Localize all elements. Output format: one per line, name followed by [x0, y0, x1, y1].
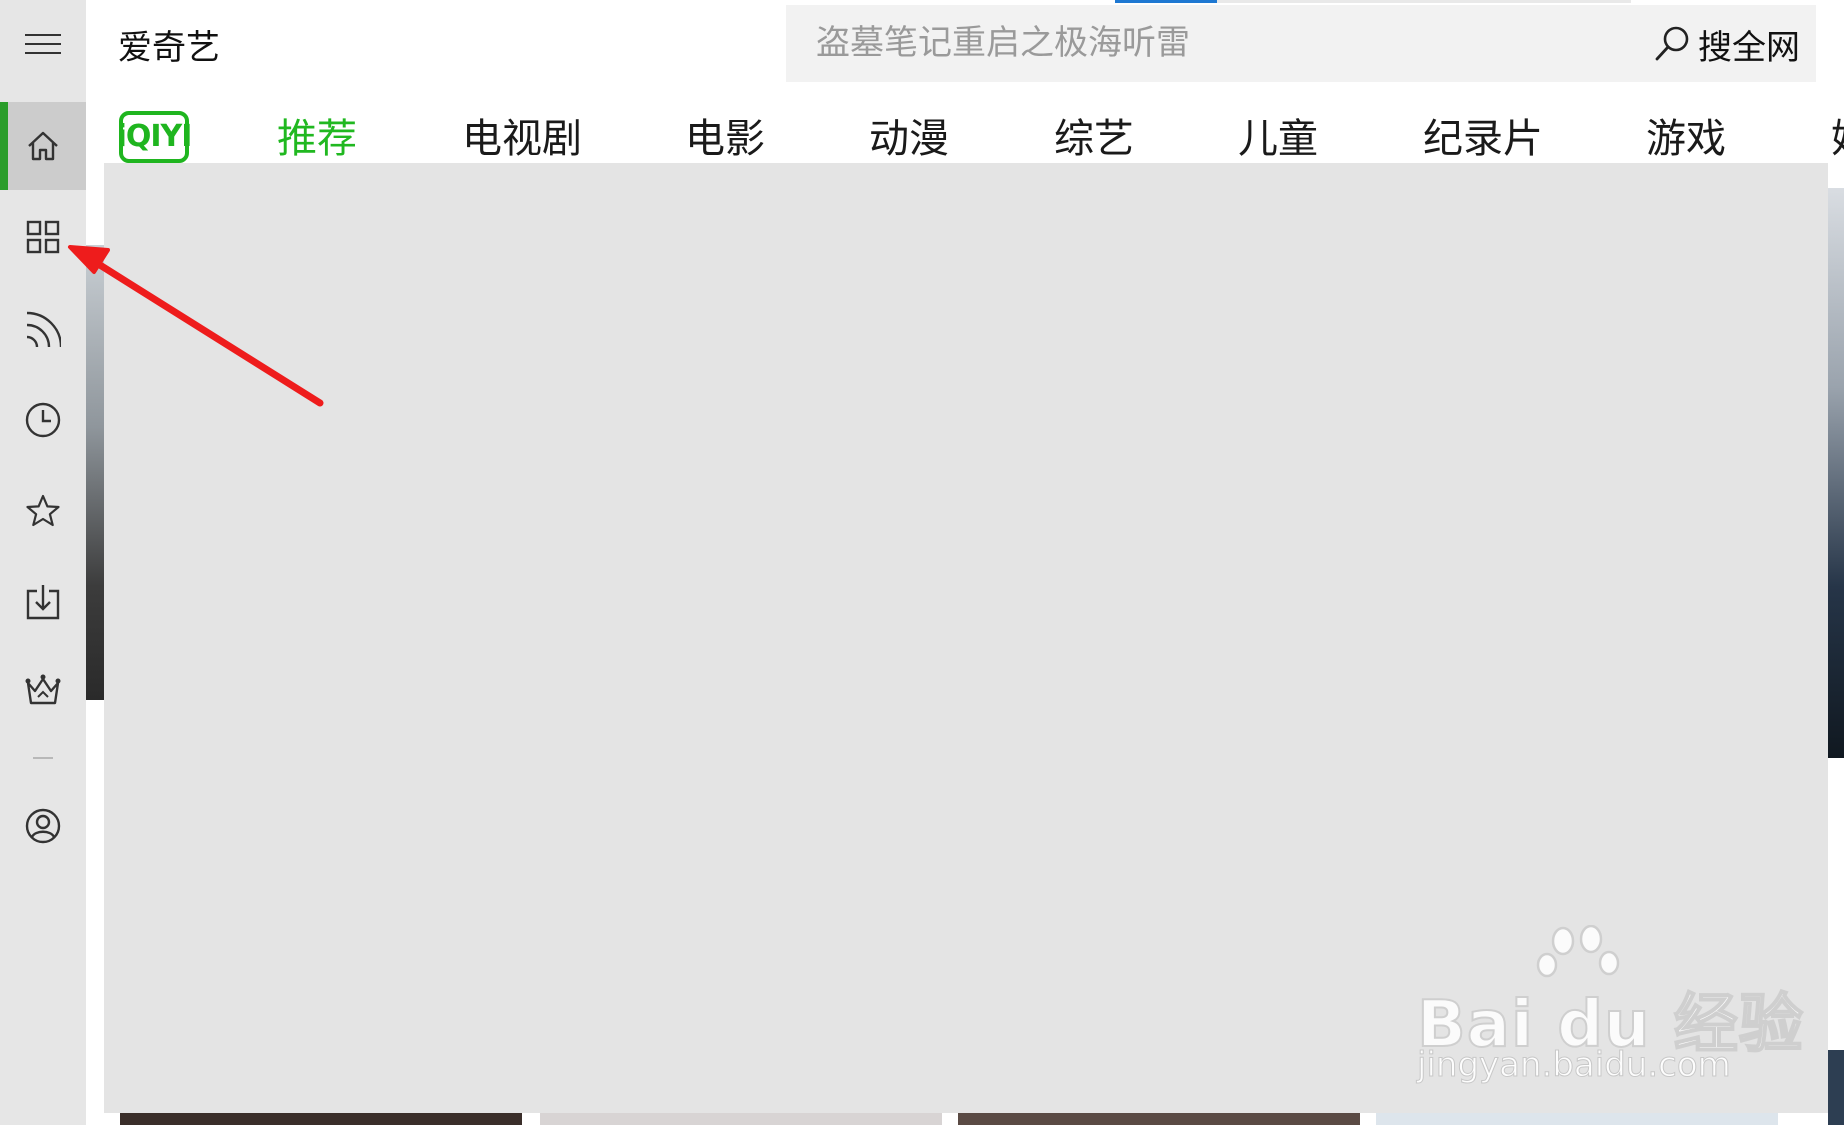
banner-thumbnail-right[interactable]	[1828, 188, 1844, 758]
tab-anime[interactable]: 动漫	[869, 113, 949, 165]
search-box: 搜全网	[786, 5, 1816, 82]
sidebar-item-vip[interactable]	[0, 646, 86, 734]
video-card[interactable]	[120, 1113, 522, 1125]
banner-thumbnail-right-lower[interactable]	[1828, 1050, 1844, 1125]
iqiyi-logo[interactable]: iQIYI	[117, 111, 192, 163]
sidebar-divider	[33, 757, 53, 759]
sidebar	[0, 0, 86, 1125]
history-clock-icon	[25, 402, 61, 438]
top-tab-track	[1217, 0, 1631, 3]
tab-movies[interactable]: 电影	[685, 113, 765, 165]
video-card[interactable]	[958, 1113, 1360, 1125]
vip-crown-icon	[25, 674, 61, 705]
category-grid-icon	[26, 220, 60, 254]
banner-thumbnail-left[interactable]	[86, 245, 104, 700]
subscription-feed-icon	[26, 311, 61, 347]
top-tab-indicator	[1115, 0, 1217, 3]
sidebar-item-home[interactable]	[0, 102, 86, 190]
search-all-label: 搜全网	[1698, 27, 1800, 68]
tab-entertainment[interactable]: 娱	[1831, 113, 1844, 165]
sidebar-item-subscription[interactable]	[0, 285, 86, 373]
sidebar-item-category[interactable]	[0, 193, 86, 281]
search-icon	[1655, 26, 1689, 61]
menu-icon	[25, 34, 61, 54]
tab-recommend[interactable]: 推荐	[277, 113, 357, 165]
tab-games[interactable]: 游戏	[1646, 113, 1726, 165]
tab-tv-series[interactable]: 电视剧	[462, 113, 582, 165]
content-loading-overlay	[104, 163, 1828, 1113]
search-input[interactable]	[816, 19, 1586, 67]
sidebar-item-favorites[interactable]	[0, 467, 86, 555]
sidebar-item-account[interactable]	[0, 782, 86, 870]
download-icon	[26, 585, 60, 620]
tab-variety[interactable]: 综艺	[1054, 113, 1134, 165]
tab-documentary[interactable]: 纪录片	[1423, 113, 1543, 165]
video-card[interactable]	[540, 1113, 942, 1125]
favorites-star-icon	[26, 494, 60, 527]
sidebar-item-history[interactable]	[0, 376, 86, 464]
menu-button[interactable]	[0, 0, 86, 88]
tab-kids[interactable]: 儿童	[1238, 113, 1318, 165]
home-icon	[28, 131, 58, 161]
app-title: 爱奇艺	[118, 28, 220, 68]
user-account-icon	[25, 808, 61, 844]
video-card[interactable]	[1376, 1113, 1778, 1125]
search-all-button[interactable]: 搜全网	[1652, 19, 1800, 69]
sidebar-item-download[interactable]	[0, 558, 86, 646]
